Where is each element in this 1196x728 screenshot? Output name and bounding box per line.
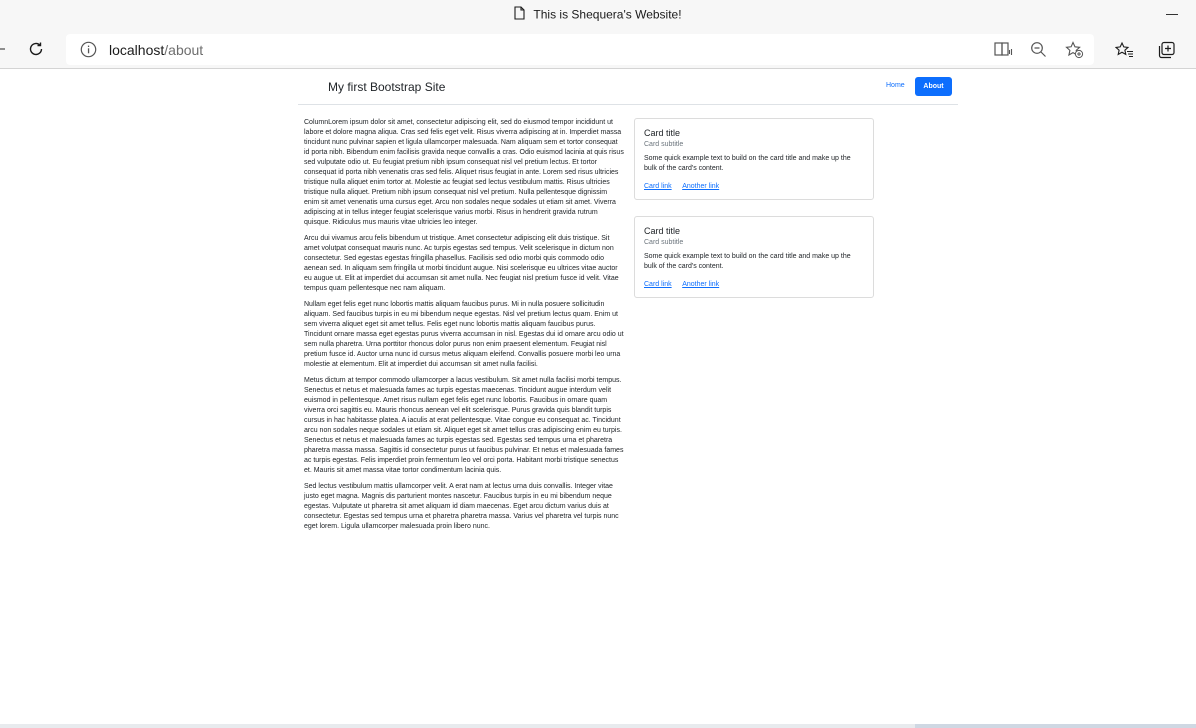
card-links: Card link Another link — [644, 183, 864, 199]
favorites-icon[interactable] — [1114, 40, 1134, 60]
horizontal-scrollbar[interactable] — [0, 724, 1196, 728]
content-paragraph: Sed lectus vestibulum mattis ullamcorper… — [304, 483, 619, 530]
info-icon[interactable] — [80, 41, 97, 63]
card-text: Some quick example text to build on the … — [644, 253, 851, 270]
card-subtitle: Card subtitle — [644, 141, 684, 148]
content-paragraph: Arcu dui vivamus arcu felis bibendum ut … — [304, 235, 619, 292]
window-title: This is Shequera's Website! — [0, 6, 1196, 24]
site-navbar: My first Bootstrap Site Home About — [298, 70, 958, 105]
card-link[interactable]: Card link — [644, 183, 672, 190]
nav-about-button[interactable]: About — [915, 77, 952, 96]
main-content: ColumnLorem ipsum dolor sit amet, consec… — [304, 118, 624, 538]
another-link[interactable]: Another link — [682, 183, 719, 190]
url-path: /about — [164, 42, 204, 58]
card-title: Card title — [644, 128, 681, 138]
browser-toolbar: localhost/about — [0, 30, 1196, 69]
card-text: Some quick example text to build on the … — [644, 155, 851, 172]
page-icon — [514, 6, 525, 23]
title-bar: This is Shequera's Website! — [0, 0, 1196, 30]
site-brand[interactable]: My first Bootstrap Site — [328, 80, 445, 94]
refresh-icon[interactable] — [26, 39, 46, 59]
card-link[interactable]: Card link — [644, 281, 672, 288]
address-bar[interactable]: localhost/about — [66, 34, 1094, 65]
url-host: localhost — [109, 42, 165, 58]
url-text[interactable]: localhost/about — [109, 42, 203, 58]
card-subtitle: Card subtitle — [644, 239, 684, 246]
another-link[interactable]: Another link — [682, 281, 719, 288]
card: Card title Card subtitle Some quick exam… — [634, 216, 874, 298]
nav-home-link[interactable]: Home — [886, 82, 905, 89]
back-icon[interactable] — [0, 42, 6, 56]
immersive-reader-icon[interactable] — [994, 41, 1013, 57]
zoom-out-icon[interactable] — [1030, 41, 1047, 58]
minimize-button[interactable] — [1166, 14, 1178, 15]
window-title-text: This is Shequera's Website! — [533, 7, 682, 22]
content-paragraph: ColumnLorem ipsum dolor sit amet, consec… — [304, 119, 624, 226]
content-paragraph: Metus dictum at tempor commodo ullamcorp… — [304, 377, 624, 474]
add-favorite-icon[interactable] — [1065, 41, 1084, 59]
card-links: Card link Another link — [644, 281, 864, 297]
card: Card title Card subtitle Some quick exam… — [634, 118, 874, 200]
card-title: Card title — [644, 226, 681, 236]
content-paragraph: Nullam eget felis eget nunc lobortis mat… — [304, 301, 624, 368]
scrollbar-thumb[interactable] — [915, 724, 1196, 728]
collections-icon[interactable] — [1157, 40, 1177, 60]
